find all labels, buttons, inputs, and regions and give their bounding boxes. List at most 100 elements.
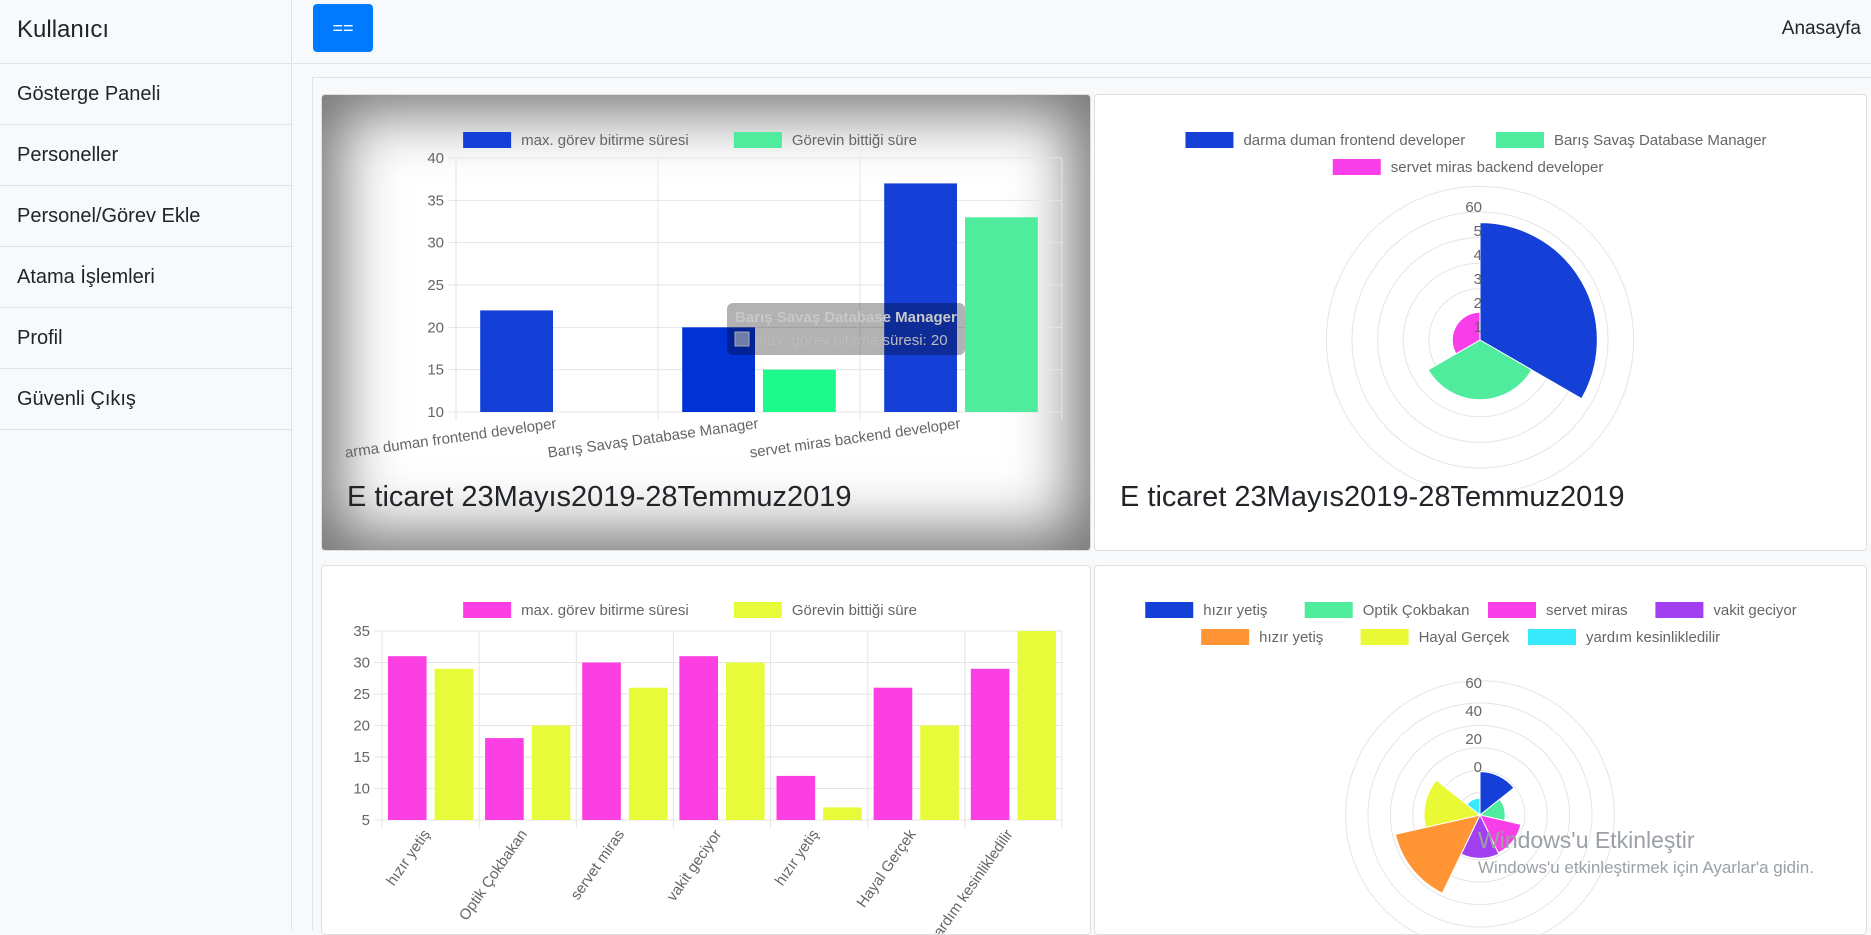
legend-swatch-0 <box>1185 132 1234 148</box>
bar-1-1 <box>531 725 571 820</box>
radial-tick-label: 40 <box>1465 703 1482 720</box>
x-tick-label: Barış Savaş Database Manager <box>547 415 760 461</box>
x-tick-label: vakit geciyor <box>664 827 726 905</box>
y-tick-label: 25 <box>353 686 370 703</box>
bar-0-0 <box>480 310 553 412</box>
x-tick-label: yardım kesinlikledilir <box>926 827 1017 935</box>
legend-swatch-1 <box>733 132 782 148</box>
x-tick-label: hızır yetiş <box>383 827 434 889</box>
y-tick-label: 5 <box>362 812 370 829</box>
polar-chart-2: hızır yetiş Optik Çokbakan servet miras vak… <box>1145 602 1797 934</box>
sidebar-item-assignments[interactable]: Atama İşlemleri <box>0 247 291 308</box>
chart-card-bar-1: max. görev bitirme süresi Görevin bittiği… <box>321 94 1091 551</box>
top-navbar: == Anasayfa <box>293 0 1871 64</box>
y-tick-label: 20 <box>427 319 444 336</box>
legend-label-0: max. görev bitirme süresi <box>521 602 689 619</box>
sidebar-item-personnel[interactable]: Personeller <box>0 125 291 186</box>
sidebar-heading: Kullanıcı <box>0 0 291 64</box>
bar-1-4 <box>823 807 862 820</box>
sidebar-item-add-personnel-task[interactable]: Personel/Görev Ekle <box>0 186 291 247</box>
chart-card-polar-2: hızır yetiş Optik Çokbakan servet miras vak… <box>1094 565 1867 935</box>
legend-swatch-1 <box>733 602 782 618</box>
bar-1-5 <box>920 725 959 820</box>
legend-label-5: Hayal Gerçek <box>1419 629 1510 646</box>
legend-swatch-0 <box>463 602 512 618</box>
bar-0-6 <box>970 668 1010 820</box>
bar-1-6 <box>1017 631 1057 820</box>
y-tick-label: 10 <box>427 404 444 421</box>
radial-tick-label: 20 <box>1465 731 1482 748</box>
x-tick-label: Optik Çokbakan <box>456 827 531 924</box>
legend-label-4: hızır yetiş <box>1259 629 1323 646</box>
tooltip-title: Barış Savaş Database Manager <box>735 309 957 326</box>
legend-label-6: yardım kesinlikledilir <box>1586 629 1720 646</box>
chart-card-polar-1: darma duman frontend developer Barış Sava… <box>1094 94 1867 551</box>
legend-label-2: servet miras <box>1546 602 1628 619</box>
bar-0-5 <box>873 687 913 820</box>
legend-swatch-4 <box>1201 629 1250 645</box>
bar-0-4 <box>776 775 816 820</box>
legend-label-0: max. görev bitirme süresi <box>521 132 689 149</box>
legend-swatch-0 <box>463 132 512 148</box>
sidebar-item-dashboard[interactable]: Gösterge Paneli <box>0 64 291 125</box>
bar-0-3 <box>679 656 718 820</box>
legend-swatch-2 <box>1332 159 1381 175</box>
home-link[interactable]: Anasayfa <box>1782 18 1861 40</box>
y-tick-label: 30 <box>427 235 444 252</box>
legend-swatch-2 <box>1488 602 1536 618</box>
legend-label-1: Barış Savaş Database Manager <box>1554 132 1767 149</box>
legend-label-1: Optik Çokbakan <box>1363 602 1470 619</box>
legend-swatch-5 <box>1360 629 1409 645</box>
tooltip-swatch <box>734 331 750 347</box>
y-tick-label: 15 <box>427 362 444 379</box>
chart-card-bar-2: max. görev bitirme süresi Görevin bittiği… <box>321 565 1091 935</box>
sidebar-item-profile[interactable]: Profil <box>0 308 291 369</box>
bar-1-0 <box>434 668 474 820</box>
radial-tick-label: 60 <box>1465 199 1482 216</box>
y-tick-label: 35 <box>427 192 444 209</box>
radial-tick-label: 1 <box>1474 319 1482 336</box>
bar-0-0 <box>387 656 427 820</box>
y-tick-label: 15 <box>353 749 370 766</box>
x-tick-label: servet miras backend developer <box>749 415 962 461</box>
bar-1-1 <box>763 369 836 412</box>
y-tick-label: 25 <box>427 277 444 294</box>
x-tick-label: arma duman frontend developer <box>344 415 558 462</box>
bar-0-2 <box>582 662 621 820</box>
legend-label-2: servet miras backend developer <box>1391 159 1604 176</box>
bar-1-2 <box>965 217 1038 412</box>
radial-tick-label: 5 <box>1474 223 1482 240</box>
legend-swatch-1 <box>1495 132 1544 148</box>
legend-label-0: darma duman frontend developer <box>1243 132 1465 149</box>
legend-label-1: Görevin bittiği süre <box>792 602 917 619</box>
legend-swatch-0 <box>1145 602 1194 618</box>
bar-0-1 <box>485 738 524 820</box>
dashboard-content: max. görev bitirme süresi Görevin bittiği… <box>312 77 1871 935</box>
radial-tick-label: 3 <box>1474 271 1482 288</box>
x-tick-label: Hayal Gerçek <box>854 826 920 911</box>
tooltip-text: max. görev bitirme süresi: 20 <box>755 332 948 349</box>
y-tick-label: 20 <box>353 718 370 735</box>
card-title: E ticaret 23Mayıs2019-28Temmuz2019 <box>1120 481 1625 513</box>
radial-tick-label: 4 <box>1474 247 1482 264</box>
legend-swatch-3 <box>1655 602 1704 618</box>
y-tick-label: 10 <box>353 781 370 798</box>
legend-label-0: hızır yetiş <box>1203 602 1267 619</box>
y-tick-label: 30 <box>353 655 370 672</box>
menu-toggle-button[interactable]: == <box>313 4 373 52</box>
y-tick-label: 40 <box>427 150 444 167</box>
bar-1-2 <box>628 687 668 820</box>
legend-label-3: vakit geciyor <box>1713 602 1796 619</box>
bar-chart-2: max. görev bitirme süresi Görevin bittiği… <box>353 602 1063 935</box>
x-tick-label: hızır yetiş <box>772 827 823 889</box>
y-tick-label: 35 <box>353 623 370 640</box>
x-tick-label: servet miras <box>567 827 628 904</box>
bar-0-2 <box>884 183 957 412</box>
radial-tick-label: 60 <box>1465 675 1482 692</box>
bar-1-3 <box>726 662 765 820</box>
sidebar: Kullanıcı Gösterge Paneli Personeller Pe… <box>0 0 292 930</box>
radial-tick-label: 2 <box>1474 295 1482 312</box>
radial-tick-label: 0 <box>1474 759 1482 776</box>
card-title: E ticaret 23Mayıs2019-28Temmuz2019 <box>347 481 852 513</box>
sidebar-item-logout[interactable]: Güvenli Çıkış <box>0 369 291 430</box>
